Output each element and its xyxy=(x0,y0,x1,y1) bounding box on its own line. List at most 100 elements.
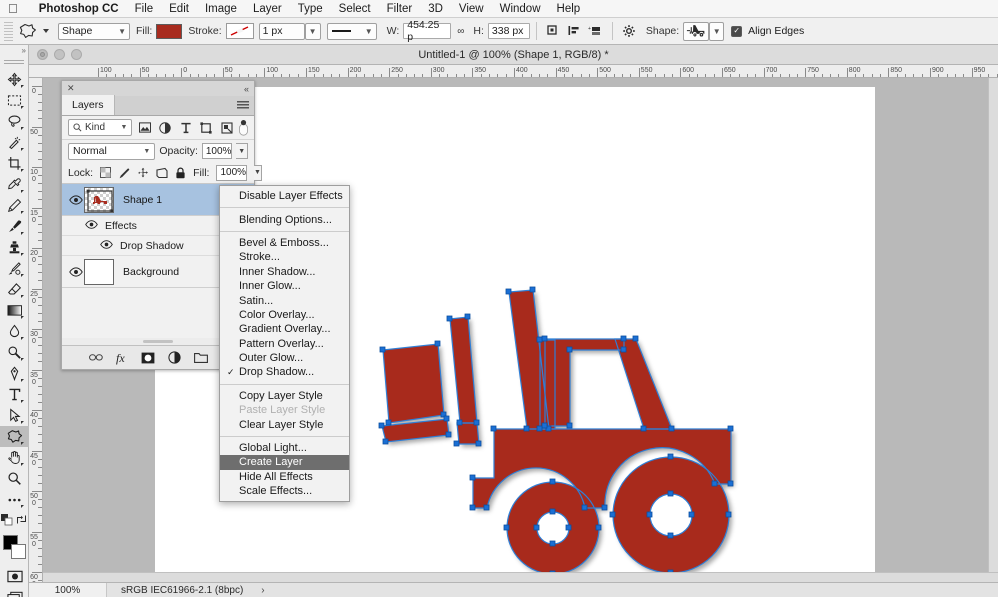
link-chain-icon[interactable]: ∞ xyxy=(457,26,464,37)
shape-height-input[interactable]: 338 px xyxy=(487,23,530,39)
gear-icon[interactable] xyxy=(619,22,640,41)
new-group-icon[interactable] xyxy=(194,350,208,365)
context-menu-item[interactable]: Copy Layer Style xyxy=(220,389,349,403)
close-icon[interactable]: ✕ xyxy=(67,83,75,94)
path-operations-icon[interactable] xyxy=(543,22,564,41)
menu-item-type[interactable]: Type xyxy=(290,3,331,15)
context-menu-item[interactable]: Hide All Effects xyxy=(220,470,349,484)
menu-item-edit[interactable]: Edit xyxy=(161,3,197,15)
brush-tool[interactable] xyxy=(0,216,29,237)
menu-item-layer[interactable]: Layer xyxy=(245,3,290,15)
context-menu-item[interactable]: Stroke... xyxy=(220,250,349,264)
link-layers-icon[interactable] xyxy=(89,350,103,365)
layer-kind-select[interactable]: Kind ▼ xyxy=(68,119,133,136)
context-menu-item[interactable]: ✓ Drop Shadow... xyxy=(220,365,349,379)
horizontal-type-tool[interactable] xyxy=(0,384,29,405)
context-menu-item[interactable]: Clear Layer Style xyxy=(220,417,349,431)
stroke-width-field[interactable]: 1 px xyxy=(258,22,305,40)
context-menu-item[interactable]: Satin... xyxy=(220,293,349,307)
align-edges-checkbox[interactable]: ✓ xyxy=(731,25,743,37)
options-bar-grip[interactable] xyxy=(4,21,13,41)
menu-item-view[interactable]: View xyxy=(451,3,492,15)
tools-panel-grip[interactable] xyxy=(4,60,24,65)
history-brush-tool[interactable] xyxy=(0,258,29,279)
shape-preset-dropdown[interactable]: ▼ xyxy=(709,21,725,41)
opacity-input[interactable]: 100% xyxy=(201,143,233,159)
path-arrangement-icon[interactable]: + xyxy=(585,22,606,41)
swap-colors-icon[interactable] xyxy=(16,514,27,528)
fill-input[interactable]: 100% xyxy=(216,164,248,181)
layer-visibility-toggle-shape-1[interactable] xyxy=(67,194,84,205)
menu-item-filter[interactable]: Filter xyxy=(379,3,421,15)
menu-item-help[interactable]: Help xyxy=(549,3,589,15)
smart-object-filter-icon[interactable] xyxy=(218,119,235,137)
edit-toolbar-ellipsis-icon[interactable] xyxy=(0,489,29,510)
move-tool[interactable] xyxy=(0,69,29,90)
status-bar-expand-arrow[interactable]: › xyxy=(243,585,264,596)
vertical-ruler[interactable]: 0 50 100 150 200 250 300 350 400 450 500 550 600 xyxy=(29,78,43,582)
adjustment-layer-filter-icon[interactable] xyxy=(157,119,174,137)
color-swatches[interactable] xyxy=(0,534,29,562)
layer-visibility-toggle-background[interactable] xyxy=(67,266,84,277)
menu-item-window[interactable]: Window xyxy=(492,3,549,15)
effects-visibility-toggle[interactable] xyxy=(85,219,98,232)
lock-transparent-pixels-icon[interactable] xyxy=(100,166,112,180)
blur-tool[interactable] xyxy=(0,321,29,342)
default-colors-icon[interactable] xyxy=(1,513,13,529)
context-menu-item[interactable]: Scale Effects... xyxy=(220,484,349,498)
context-menu-item[interactable]: Color Overlay... xyxy=(220,308,349,322)
lasso-tool[interactable] xyxy=(0,111,29,132)
context-menu-item[interactable]: Inner Shadow... xyxy=(220,265,349,279)
gradient-tool[interactable] xyxy=(0,300,29,321)
tab-layers[interactable]: Layers xyxy=(62,95,115,115)
blend-mode-select[interactable]: Normal ▼ xyxy=(68,142,156,160)
collapse-panel-icon[interactable]: « xyxy=(244,84,249,94)
context-menu-item[interactable]: Disable Layer Effects xyxy=(220,189,349,203)
custom-shape-tool-icon[interactable] xyxy=(16,21,40,41)
fill-stepper[interactable]: ▼ xyxy=(254,164,262,181)
hand-tool[interactable] xyxy=(0,447,29,468)
eraser-tool[interactable] xyxy=(0,279,29,300)
quick-mask-icon[interactable] xyxy=(0,566,29,587)
zoom-tool[interactable] xyxy=(0,468,29,489)
expand-panel-icon[interactable]: » xyxy=(0,45,28,57)
fill-color-swatch[interactable] xyxy=(156,23,183,39)
shape-width-input[interactable]: 454.25 p xyxy=(403,19,452,43)
path-alignment-icon[interactable] xyxy=(564,22,585,41)
horizontal-ruler[interactable]: 100 50 0 50 100 150 200 250 300 350 400 450 500 550 60… xyxy=(29,65,998,78)
stroke-width-dropdown[interactable]: ▼ xyxy=(304,22,321,40)
context-menu-item[interactable]: Global Light... xyxy=(220,441,349,455)
lock-position-icon[interactable] xyxy=(137,166,149,180)
panel-menu-icon[interactable] xyxy=(237,101,249,110)
dodge-tool[interactable] xyxy=(0,342,29,363)
context-menu-item[interactable]: Gradient Overlay... xyxy=(220,322,349,336)
screen-mode-icon[interactable] xyxy=(0,587,29,597)
add-layer-style-icon[interactable]: fx xyxy=(116,350,128,365)
shape-layer-filter-icon[interactable] xyxy=(198,119,215,137)
drop-shadow-visibility-toggle[interactable] xyxy=(100,239,113,252)
new-adjustment-layer-icon[interactable] xyxy=(168,350,181,365)
menu-item-select[interactable]: Select xyxy=(331,3,379,15)
filter-toggle-icon[interactable] xyxy=(239,119,248,137)
context-menu-item[interactable]: Create Layer xyxy=(220,455,349,470)
pen-tool[interactable] xyxy=(0,363,29,384)
context-menu-item[interactable]: Blending Options... xyxy=(220,212,349,226)
type-layer-filter-icon[interactable] xyxy=(177,119,194,137)
lock-all-icon[interactable] xyxy=(175,166,186,180)
lock-image-pixels-icon[interactable] xyxy=(118,166,130,180)
spot-healing-brush-tool[interactable] xyxy=(0,195,29,216)
layer-name-background[interactable]: Background xyxy=(123,266,179,278)
magic-wand-tool[interactable] xyxy=(0,132,29,153)
clone-stamp-tool[interactable] xyxy=(0,237,29,258)
apple-logo-icon[interactable]:  xyxy=(8,2,18,15)
menu-item-image[interactable]: Image xyxy=(197,3,245,15)
layer-thumbnail-shape-1[interactable] xyxy=(84,186,114,213)
menu-item-file[interactable]: File xyxy=(127,3,162,15)
layer-thumbnail-background[interactable] xyxy=(84,258,114,285)
context-menu-item[interactable]: Inner Glow... xyxy=(220,279,349,293)
stroke-style-select[interactable]: ▼ xyxy=(326,22,377,40)
pixel-layer-filter-icon[interactable] xyxy=(136,119,153,137)
context-menu-item[interactable]: Pattern Overlay... xyxy=(220,337,349,351)
eyedropper-tool[interactable] xyxy=(0,174,29,195)
rectangular-marquee-tool[interactable] xyxy=(0,90,29,111)
